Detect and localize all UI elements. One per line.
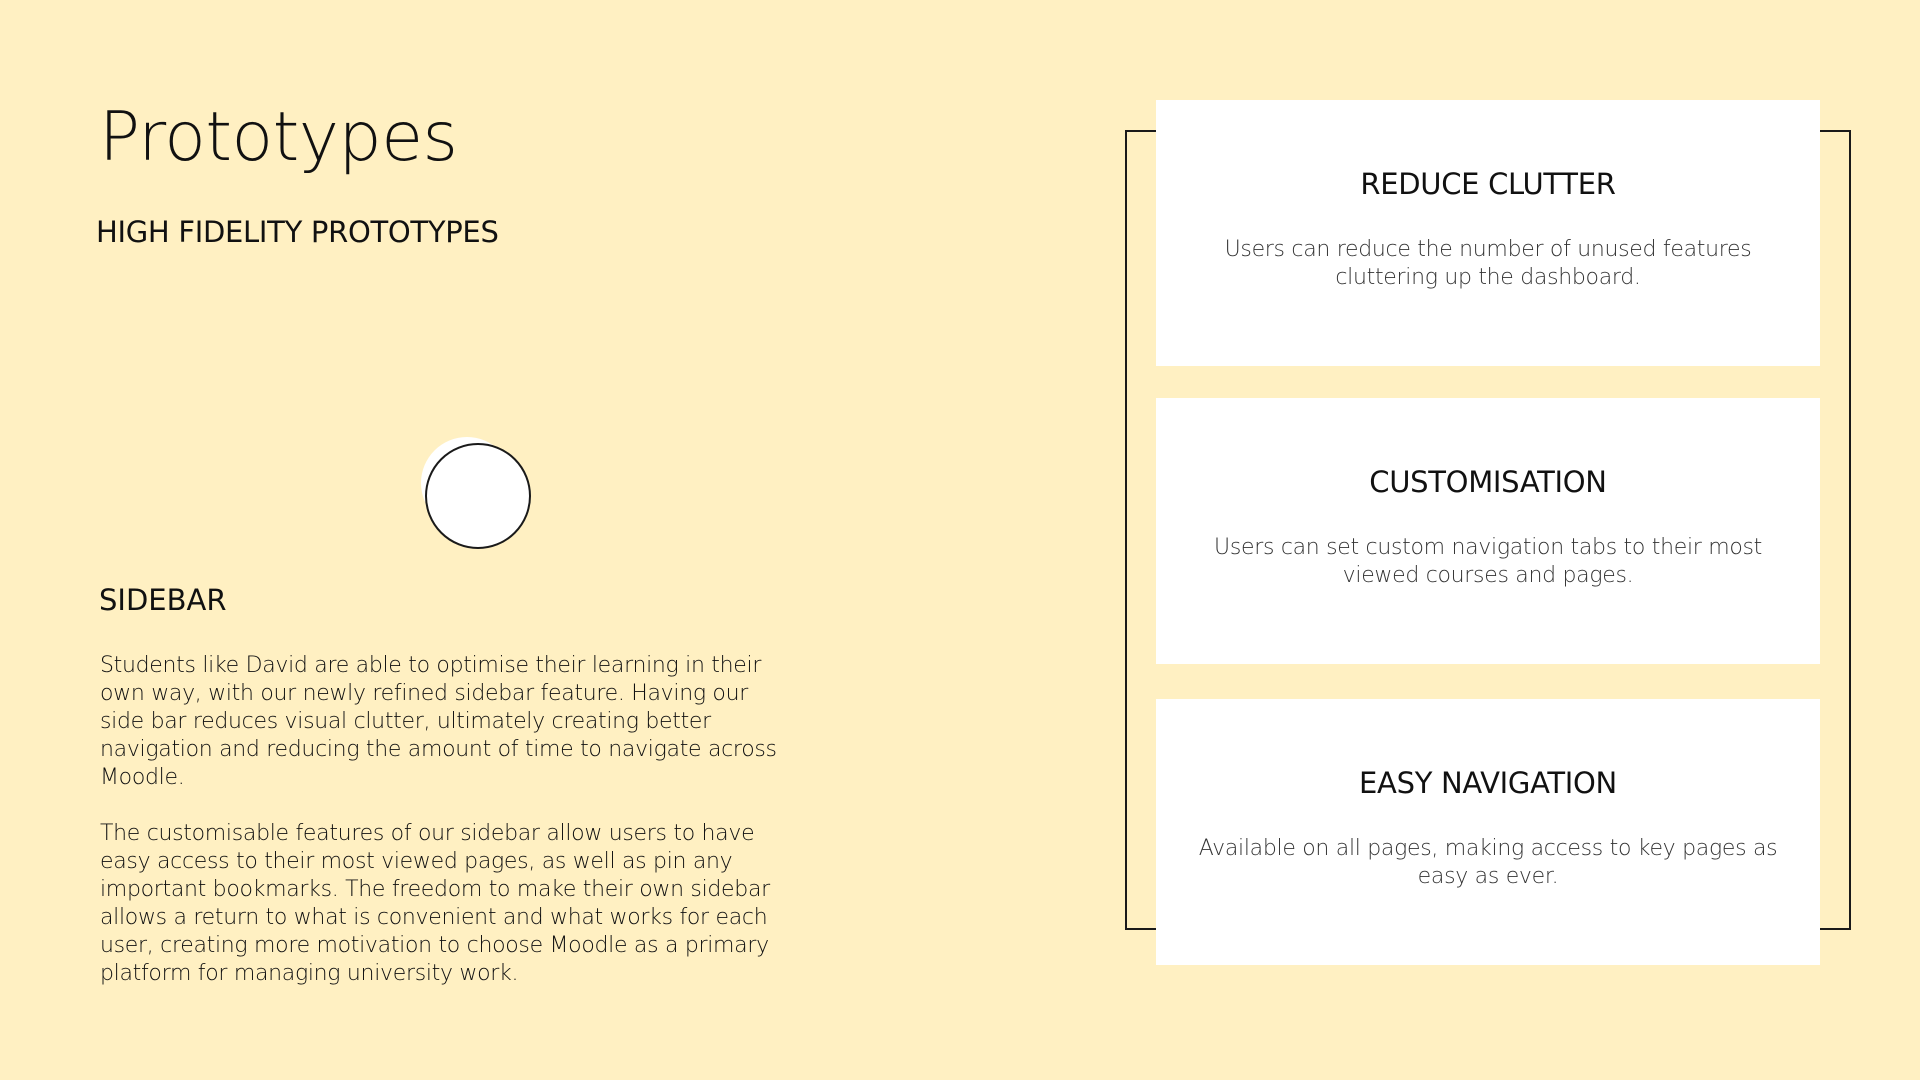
slide-title: Prototypes	[99, 98, 458, 177]
feature-card-customisation: CUSTOMISATION Users can set custom navig…	[1156, 398, 1820, 664]
circle-outline-shape	[425, 443, 531, 549]
card-title: CUSTOMISATION	[1369, 465, 1607, 499]
decorative-circle-icon	[421, 437, 531, 549]
right-bracket-line	[1820, 130, 1851, 930]
feature-card-easy-navigation: EASY NAVIGATION Available on all pages, …	[1156, 699, 1820, 965]
card-description: Users can set custom navigation tabs to …	[1214, 535, 1762, 588]
slide-background: Prototypes HIGH FIDELITY PROTOTYPES SIDE…	[0, 0, 1920, 1080]
body-paragraph-2: The customisable features of our sidebar…	[100, 821, 770, 986]
body-paragraph-1: Students like David are able to optimise…	[100, 653, 777, 790]
card-description: Users can reduce the number of unused fe…	[1224, 237, 1752, 290]
card-description: Available on all pages, making access to…	[1198, 836, 1778, 889]
card-title: EASY NAVIGATION	[1359, 766, 1617, 800]
card-title: REDUCE CLUTTER	[1360, 167, 1616, 201]
slide-subtitle: HIGH FIDELITY PROTOTYPES	[96, 215, 499, 249]
feature-card-reduce-clutter: REDUCE CLUTTER Users can reduce the numb…	[1156, 100, 1820, 366]
left-bracket-line	[1125, 130, 1156, 930]
section-heading-sidebar: SIDEBAR	[99, 583, 227, 617]
